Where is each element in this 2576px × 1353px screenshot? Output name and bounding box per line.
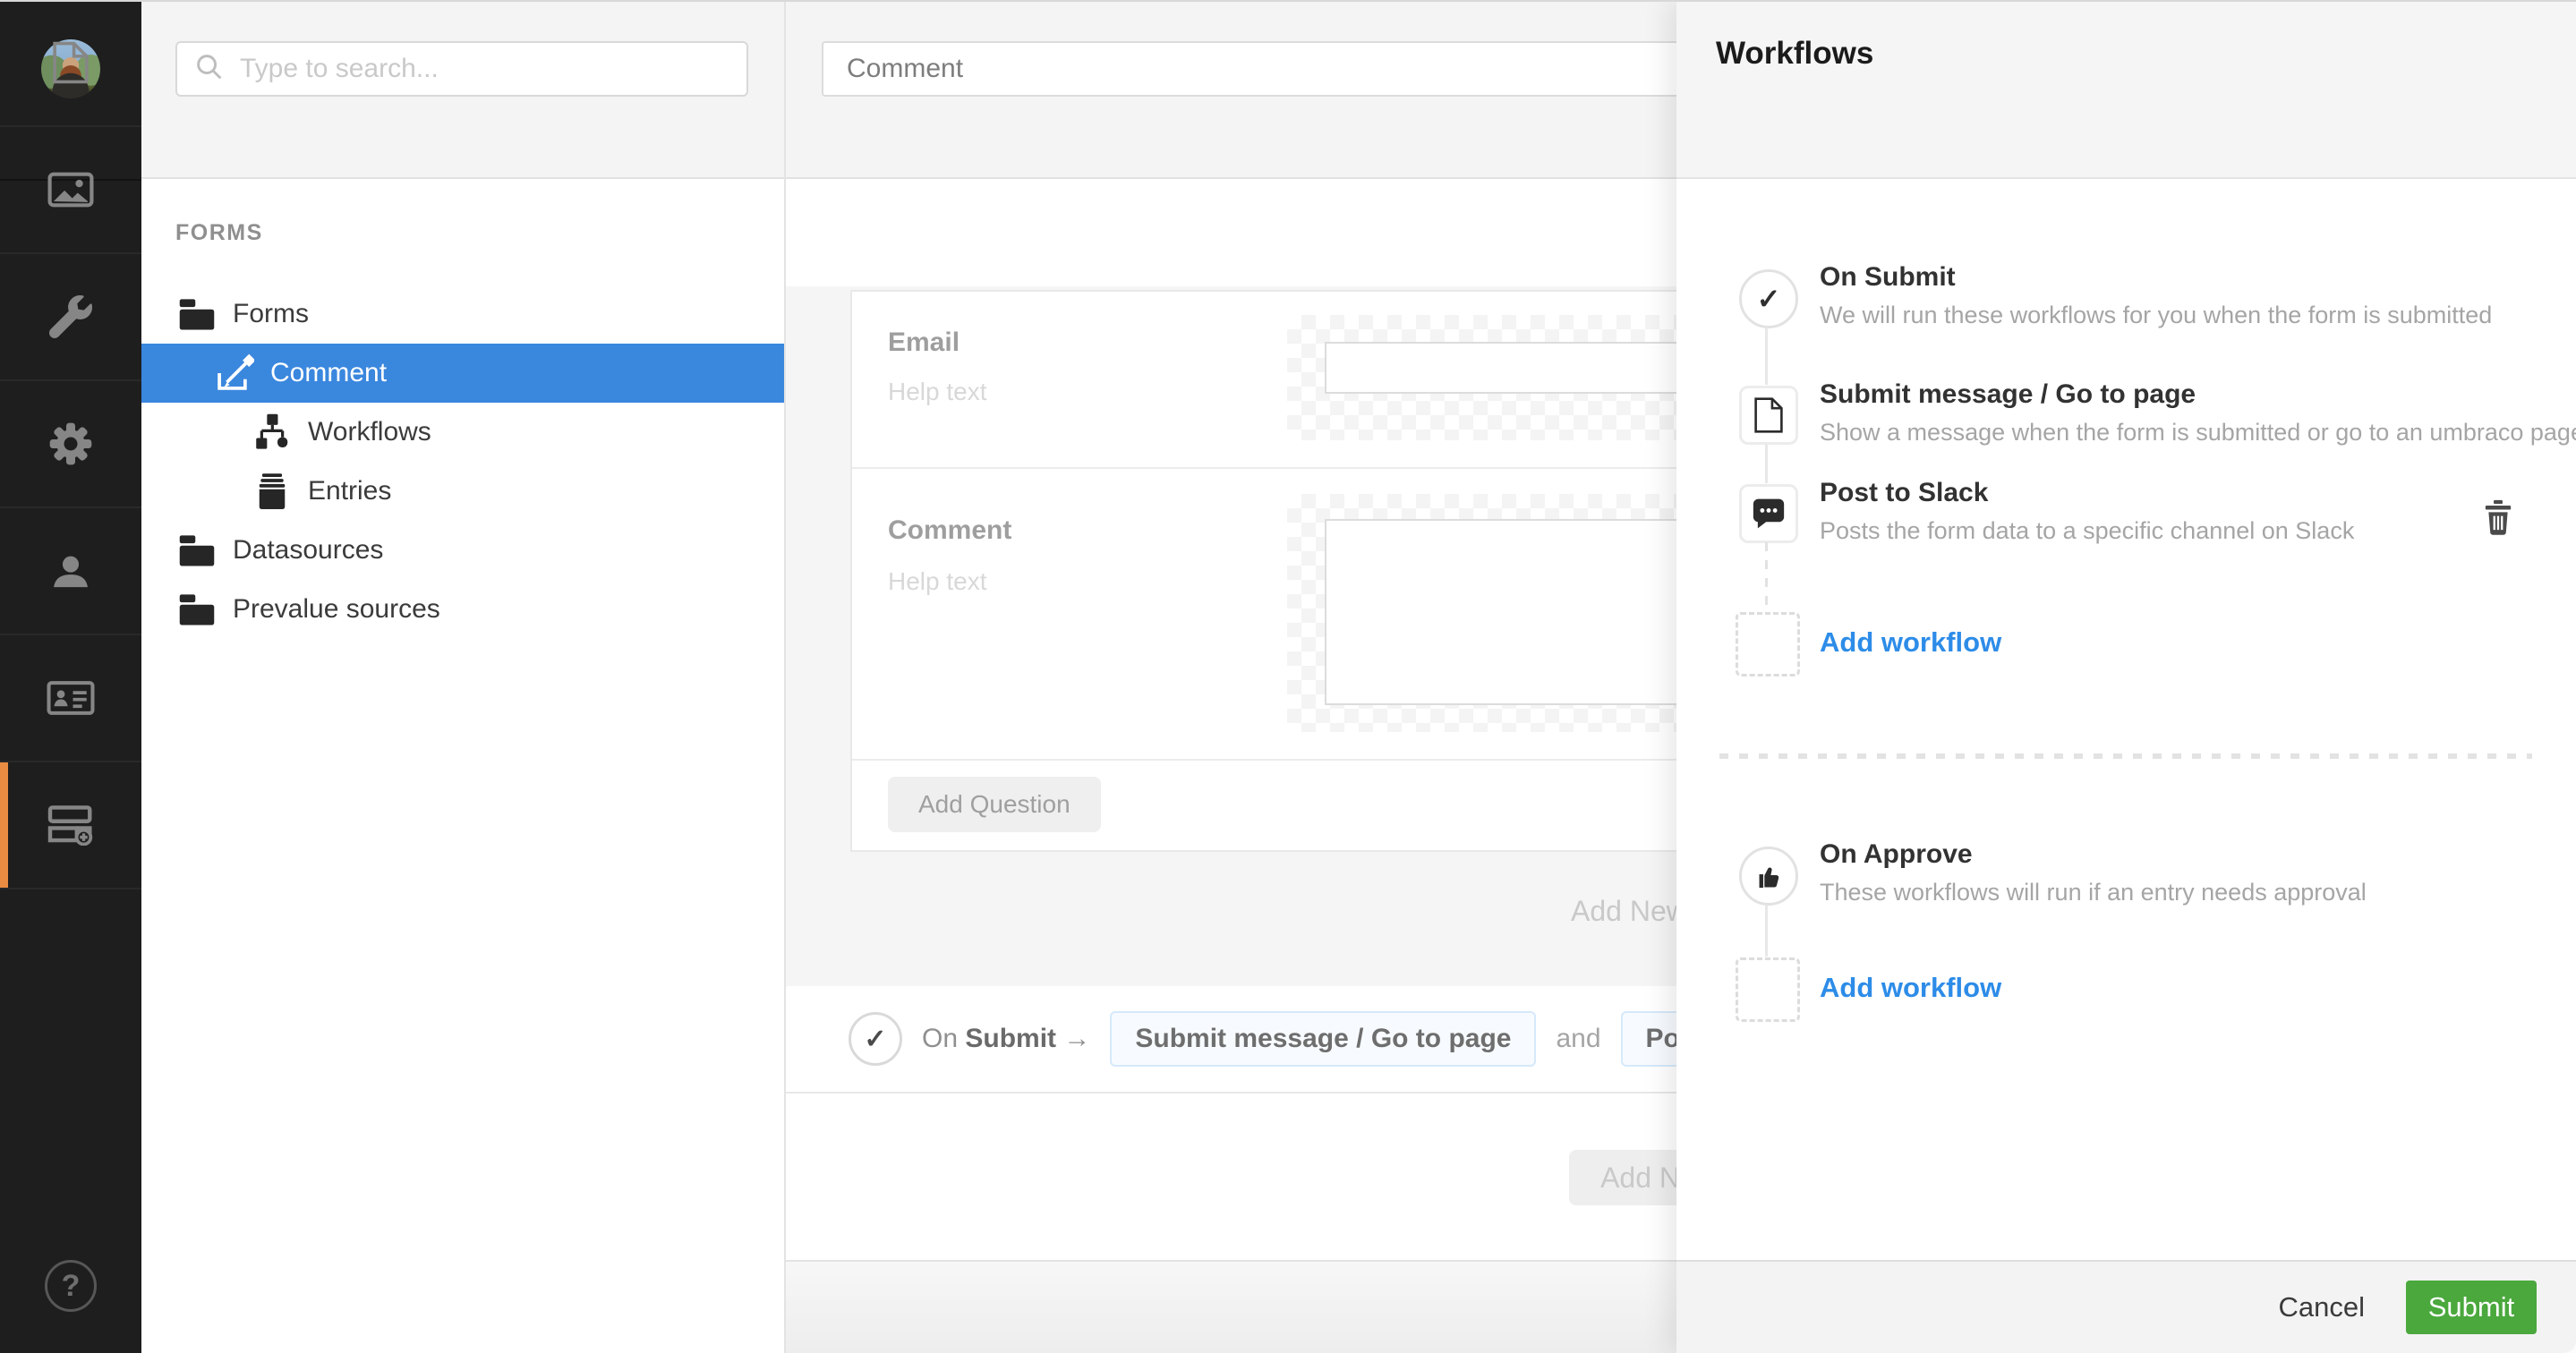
designer-footer-bar: [786, 1260, 1677, 1353]
field-label: Comment: [888, 515, 1011, 546]
workflow-group-description: We will run these workflows for you when…: [1820, 302, 2492, 329]
workflow-chip-submit-message[interactable]: Submit message / Go to page: [1110, 1011, 1536, 1067]
check-glyph: ✓: [864, 1024, 886, 1055]
section-divider: [1719, 753, 2532, 759]
check-circle-icon: ✓: [849, 1012, 902, 1066]
chat-bubble-icon: [1739, 484, 1798, 543]
section-media[interactable]: [0, 127, 141, 254]
tree-sidebar: FORMS Forms: [141, 0, 786, 1353]
tree-item-forms[interactable]: Forms: [141, 285, 784, 344]
trash-icon: [2483, 499, 2513, 540]
search-input[interactable]: [238, 53, 707, 85]
folder-icon: [175, 532, 218, 568]
workflow-group-description: These workflows will run if an entry nee…: [1820, 879, 2367, 906]
folder-icon: [175, 296, 218, 332]
thumbs-up-icon: [1739, 847, 1798, 906]
sidebar-header: [141, 0, 784, 179]
entries-icon: [251, 472, 294, 510]
wrench-icon: [49, 295, 92, 338]
tree-item-label: Prevalue sources: [233, 594, 440, 625]
workflow-item-title[interactable]: Submit message / Go to page: [1820, 379, 2196, 410]
overlay-title: Workflows: [1716, 36, 1873, 72]
tree-item-label: Datasources: [233, 535, 383, 566]
connector-line: [1765, 444, 1768, 483]
overlay-header: Workflows: [1676, 0, 2576, 179]
workflow-group-title: On Approve: [1820, 839, 1973, 870]
connector-line: [1765, 328, 1768, 385]
workflow-item-title[interactable]: Post to Slack: [1820, 478, 1988, 508]
tree-item-workflows[interactable]: Workflows: [141, 403, 784, 462]
add-workflow-dropzone[interactable]: [1736, 957, 1800, 1022]
arrow-right-icon: →: [1063, 1024, 1090, 1053]
help-button[interactable]: ?: [45, 1260, 97, 1312]
section-forms[interactable]: [0, 762, 141, 889]
on-submit-text: On Submit →: [922, 1024, 1090, 1054]
window-top-edge: [0, 0, 2576, 2]
settings-gear-icon: [48, 421, 93, 466]
document-icon: [51, 40, 90, 85]
field-label: Email: [888, 328, 960, 358]
add-workflow-link[interactable]: Add workflow: [1820, 626, 2001, 659]
workflow-item-description: Show a message when the form is submitte…: [1820, 419, 2576, 447]
umbraco-backoffice: ? FORMS Forms: [0, 0, 2576, 1353]
connector-line-dashed: [1765, 542, 1768, 610]
users-icon: [50, 552, 91, 590]
tree-item-label: Workflows: [308, 417, 431, 447]
tree-section-label: FORMS: [175, 220, 263, 246]
tree-item-prevalue-sources[interactable]: Prevalue sources: [141, 580, 784, 639]
check-glyph: ✓: [1757, 282, 1781, 316]
folder-icon: [175, 591, 218, 627]
add-new-button[interactable]: Add New: [1571, 895, 1687, 928]
tree-item-datasources[interactable]: Datasources: [141, 521, 784, 580]
tree-item-label: Comment: [270, 358, 387, 388]
section-developer[interactable]: [0, 254, 141, 381]
conjunction-text: and: [1556, 1024, 1600, 1054]
cancel-button[interactable]: Cancel: [2279, 1291, 2366, 1323]
form-name-input[interactable]: Comment: [822, 41, 1753, 97]
search-icon: [195, 53, 224, 86]
tree-item-label: Forms: [233, 299, 309, 329]
section-settings[interactable]: [0, 381, 141, 508]
section-content[interactable]: [0, 0, 141, 127]
tree-item-comment[interactable]: Comment: [141, 344, 784, 403]
workflows-overlay: Workflows ✓ On Submit We will run these …: [1676, 0, 2576, 1353]
add-workflow-link[interactable]: Add workflow: [1820, 972, 2001, 1004]
add-question-button[interactable]: Add Question: [888, 777, 1101, 832]
workflow-item-description: Posts the form data to a specific channe…: [1820, 517, 2354, 545]
help-question-glyph: ?: [62, 1269, 81, 1304]
document-icon: [1739, 386, 1798, 445]
forms-icon: [47, 804, 94, 846]
form-designer: Comment Email Help text Comment Help tex…: [786, 0, 1677, 1353]
workflow-group-title: On Submit: [1820, 262, 1956, 293]
active-section-indicator: [0, 762, 8, 888]
sitemap-icon: [251, 413, 294, 451]
tree-item-label: Entries: [308, 476, 391, 506]
content-tree: Forms Comment: [141, 285, 784, 639]
overlay-footer: Cancel Submit: [1676, 1260, 2576, 1353]
field-help-text: Help text: [888, 378, 987, 406]
tree-item-entries[interactable]: Entries: [141, 462, 784, 521]
field-help-text: Help text: [888, 567, 987, 596]
member-card-icon: [47, 679, 95, 717]
search-box[interactable]: [175, 41, 748, 97]
delete-workflow-button[interactable]: [2480, 499, 2516, 539]
section-users[interactable]: [0, 508, 141, 635]
edit-icon: [213, 353, 256, 393]
connector-line: [1765, 905, 1768, 957]
section-members[interactable]: [0, 635, 141, 762]
app-section-bar: ?: [0, 0, 141, 1353]
submit-button[interactable]: Submit: [2406, 1281, 2537, 1334]
add-workflow-dropzone[interactable]: [1736, 612, 1800, 676]
on-submit-circle-icon: ✓: [1739, 269, 1798, 328]
media-icon: [47, 171, 94, 208]
